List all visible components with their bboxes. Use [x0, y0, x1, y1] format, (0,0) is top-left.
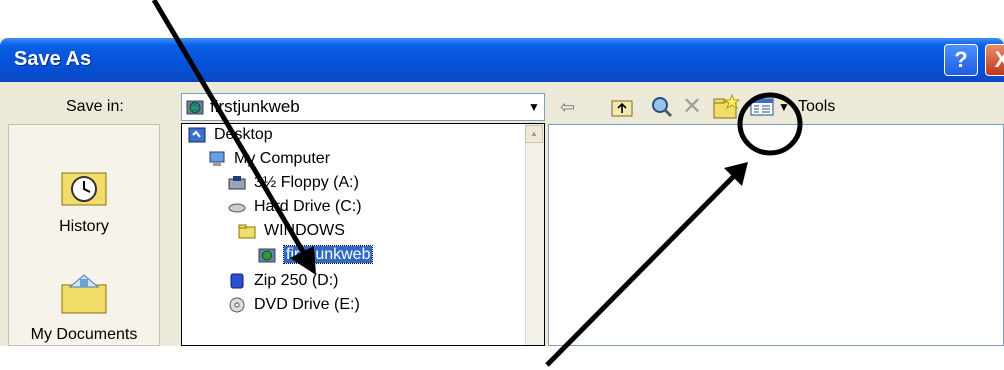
dropdown-item-label: 3½ Floppy (A:) [254, 174, 359, 191]
dropdown-item-label: Zip 250 (D:) [254, 272, 339, 289]
tools-label: Tools [798, 98, 836, 115]
dropdown-item-zip[interactable]: Zip 250 (D:) [228, 272, 338, 294]
dialog-title: Save As [14, 48, 92, 70]
desktop-icon [188, 127, 206, 143]
back-arrow-icon[interactable]: ⇦ ▾ [560, 92, 575, 147]
search-web-icon[interactable] [650, 95, 674, 119]
up-one-level-icon[interactable] [610, 96, 634, 118]
chevron-down-icon[interactable]: ▼ [525, 95, 543, 119]
save-in-value: firstjunkweb [210, 97, 300, 116]
views-dropdown-icon[interactable]: ▼ [778, 92, 790, 122]
folder-icon [238, 224, 256, 239]
dropdown-item-hard-drive[interactable]: Hard Drive (C:) [228, 198, 362, 220]
title-bar[interactable]: Save As ? X [0, 38, 1004, 82]
dropdown-item-label: firstjunkweb [282, 245, 374, 264]
web-folder-icon [186, 100, 204, 115]
web-folder-icon [258, 248, 276, 263]
scroll-up-icon[interactable]: ▲ [525, 125, 543, 143]
create-new-folder-icon[interactable] [712, 94, 740, 120]
dropdown-item-desktop[interactable]: Desktop [188, 126, 273, 148]
dropdown-item-label: Hard Drive (C:) [254, 198, 362, 215]
tools-menu[interactable]: Tools ▼ [798, 92, 836, 144]
history-icon [61, 172, 107, 206]
dvd-drive-icon [229, 297, 245, 313]
dropdown-item-windows[interactable]: WINDOWS [238, 222, 345, 244]
dropdown-item-my-computer[interactable]: My Computer [208, 150, 330, 172]
dropdown-item-label: DVD Drive (E:) [254, 296, 360, 313]
views-icon[interactable] [750, 98, 774, 116]
place-my-documents-label: My Documents [30, 326, 138, 343]
close-button[interactable]: X [985, 44, 1004, 76]
dropdown-item-label: WINDOWS [264, 222, 345, 239]
delete-icon[interactable]: ✕ [682, 92, 702, 122]
floppy-icon [228, 176, 246, 190]
place-my-documents[interactable]: My Documents [9, 273, 159, 344]
dropdown-item-dvd[interactable]: DVD Drive (E:) [228, 296, 360, 318]
dropdown-item-firstjunkweb[interactable]: firstjunkweb [258, 245, 374, 268]
dropdown-scrollbar[interactable]: ▲ [525, 124, 544, 345]
dropdown-item-label: Desktop [214, 126, 273, 143]
dropdown-item-floppy[interactable]: 3½ Floppy (A:) [228, 174, 359, 196]
save-in-label: Save in: [66, 98, 124, 115]
my-documents-icon [61, 274, 107, 314]
place-history[interactable]: History [9, 165, 159, 236]
hard-drive-icon [228, 203, 246, 213]
save-in-combo[interactable]: firstjunkweb ▼ [181, 93, 545, 121]
my-computer-icon [209, 151, 225, 166]
help-button[interactable]: ? [944, 44, 978, 76]
save-in-dropdown-list: Desktop My Computer 3½ Floppy (A:) Hard … [181, 123, 545, 346]
save-as-dialog: Save As ? X Save in: firstjunkweb ▼ ⇦ ▾ [0, 38, 1004, 346]
zip-drive-icon [230, 273, 244, 289]
dropdown-item-label: My Computer [234, 150, 331, 167]
place-history-label: History [59, 218, 109, 235]
places-bar: History My Documents [8, 124, 160, 346]
file-list-pane[interactable] [548, 124, 1004, 346]
